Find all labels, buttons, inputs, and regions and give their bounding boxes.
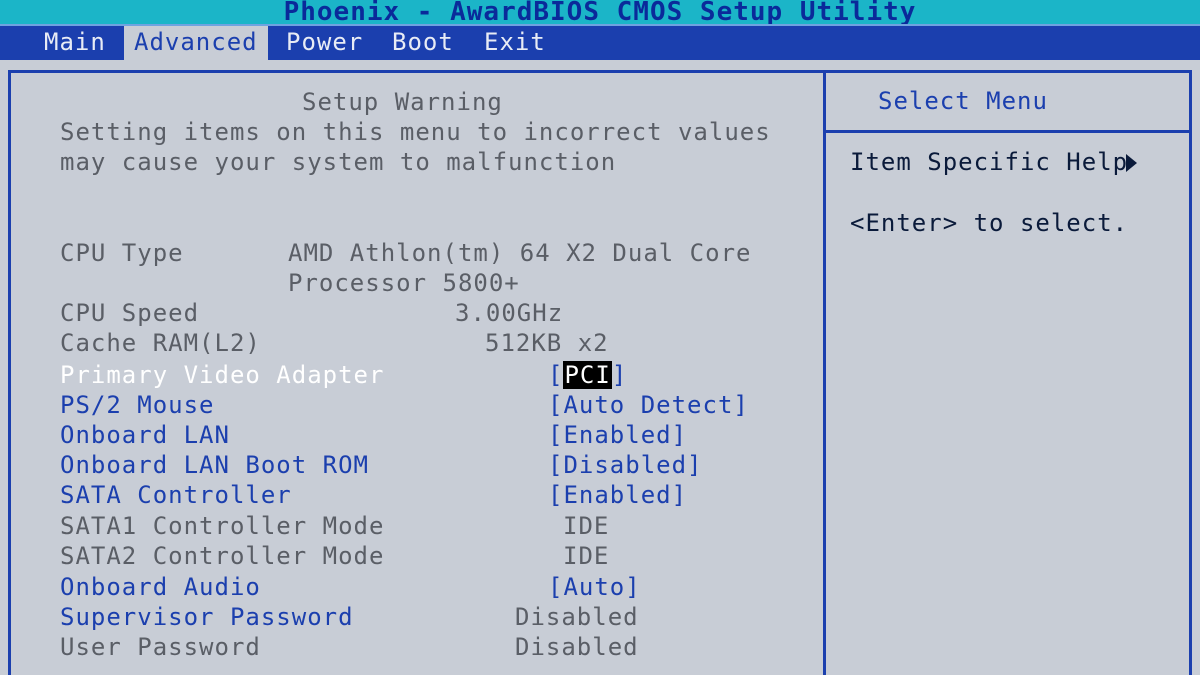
value-supervisor-password: Disabled [515,603,639,631]
help-title-text: Item Specific Help [850,148,1129,176]
setting-primary-video-adapter[interactable]: Primary Video Adapter [60,360,384,390]
cpu-type-value: AMD Athlon(tm) 64 X2 Dual Core [288,239,752,267]
setting-sata2-controller-mode: SATA2 Controller Mode [60,542,385,570]
help-text: <Enter> to select. [850,209,1129,237]
menu-advanced[interactable]: Advanced [124,26,268,60]
triangle-right-icon [1126,154,1138,172]
menu-bar: Main Advanced Power Boot Exit [0,24,1200,60]
window-title: Phoenix - AwardBIOS CMOS Setup Utility [0,0,1200,25]
panel-divider-vertical [823,70,826,675]
warning-line-2: may cause your system to malfunction [60,148,617,176]
value-onboard-lan-boot-rom[interactable]: [Disabled] [548,450,703,480]
value-sata2-controller-mode: IDE [563,542,610,570]
cpu-type-value-line-2: Processor 5800+ [288,269,520,297]
setting-user-password: User Password [60,633,261,661]
cache-ram-label: Cache RAM(L2) [60,329,261,357]
setting-sata-controller[interactable]: SATA Controller [60,480,292,510]
value-primary-video-adapter[interactable]: [PCI] [548,360,627,390]
setting-sata1-controller-mode: SATA1 Controller Mode [60,512,385,540]
setting-ps2-mouse[interactable]: PS/2 Mouse [60,390,215,420]
value-onboard-audio[interactable]: [Auto] [548,572,641,602]
menu-power[interactable]: Power [276,26,373,60]
value-onboard-lan[interactable]: [Enabled] [548,420,687,450]
setting-onboard-lan-boot-rom[interactable]: Onboard LAN Boot ROM [60,450,369,480]
cpu-type-label: CPU Type [60,239,184,267]
value-sata1-controller-mode: IDE [563,512,610,540]
setting-supervisor-password[interactable]: Supervisor Password [60,602,354,632]
help-divider-horizontal [826,130,1192,133]
menu-boot[interactable]: Boot [382,26,464,60]
value-sata-controller[interactable]: [Enabled] [548,480,687,510]
menu-exit[interactable]: Exit [474,26,556,60]
warning-heading: Setup Warning [302,88,503,116]
help-header: Select Menu [878,87,1048,115]
setting-onboard-audio[interactable]: Onboard Audio [60,572,261,602]
value-user-password: Disabled [515,633,639,661]
selected-value-highlight[interactable]: PCI [563,361,612,389]
help-title: Item Specific Help [850,147,1138,177]
menu-main[interactable]: Main [34,26,116,60]
cpu-speed-value: 3.00GHz [455,299,564,327]
cpu-speed-label: CPU Speed [60,299,200,327]
warning-line-1: Setting items on this menu to incorrect … [60,118,771,146]
setting-onboard-lan[interactable]: Onboard LAN [60,420,230,450]
value-ps2-mouse[interactable]: [Auto Detect] [548,390,749,420]
cache-ram-value: 512KB x2 [485,329,609,357]
